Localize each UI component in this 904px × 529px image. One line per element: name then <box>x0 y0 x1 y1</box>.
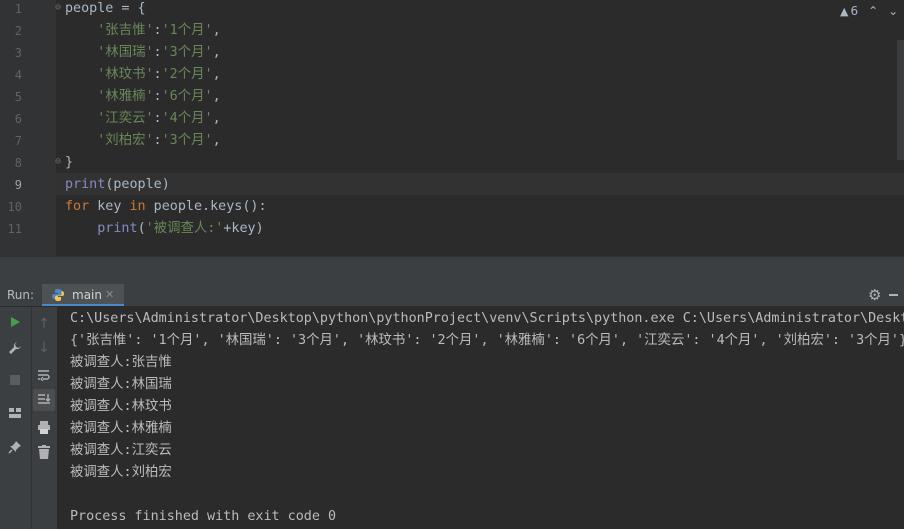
editor-scrollbar[interactable] <box>897 40 904 160</box>
modify-run-config-button[interactable] <box>5 338 25 358</box>
chevron-up-icon[interactable]: ⌃ <box>868 4 878 18</box>
code-line-4[interactable]: '林玟书':'2个月', <box>65 64 220 86</box>
line-number: 5 <box>14 90 22 104</box>
python-icon <box>52 289 64 301</box>
arrow-up-icon[interactable]: ↑ <box>34 314 54 334</box>
code-line-10[interactable]: for key in people.keys(): <box>65 196 267 218</box>
stop-icon <box>10 375 20 385</box>
print-button[interactable] <box>34 417 54 437</box>
scroll-to-end-button[interactable] <box>33 389 55 411</box>
line-number: 2 <box>14 24 22 38</box>
run-toolwindow-header: Run: main ✕ ⚙ <box>0 284 904 307</box>
line-number: 3 <box>14 46 22 60</box>
console-line: 被调查人:张吉惟 <box>70 355 172 370</box>
code-line-9[interactable]: print(people) <box>65 174 170 196</box>
line-number: 7 <box>14 134 22 148</box>
warning-count: 6 <box>850 4 859 18</box>
stop-button[interactable] <box>5 370 25 390</box>
soft-wrap-button[interactable] <box>34 365 54 385</box>
pin-tab-button[interactable] <box>5 437 25 457</box>
line-number: 9 <box>14 178 22 192</box>
play-icon <box>11 317 20 327</box>
line-number: 10 <box>7 200 22 214</box>
console-line: C:\Users\Administrator\Desktop\python\py… <box>70 311 904 326</box>
code-line-3[interactable]: '林国瑞':'3个月', <box>65 42 220 64</box>
code-line-11[interactable]: print('被调查人:'+key) <box>65 218 263 240</box>
layout-icon <box>9 408 21 418</box>
line-number: 1 <box>14 2 22 16</box>
chevron-down-icon[interactable]: ⌄ <box>888 4 898 18</box>
run-toolbar-primary <box>0 307 32 529</box>
line-number: 6 <box>14 112 22 126</box>
clear-all-button[interactable] <box>34 442 54 462</box>
line-number: 8 <box>14 156 22 170</box>
code-editor[interactable]: 1 2 3 4 5 6 7 8 9 10 11 ⊖ ⊖ people = { '… <box>0 0 904 256</box>
console-line: 被调查人:林国瑞 <box>70 377 172 392</box>
line-number: 4 <box>14 68 22 82</box>
close-icon[interactable]: ✕ <box>105 284 114 306</box>
fold-close-icon[interactable]: ⊖ <box>55 151 61 173</box>
scroll-to-end-icon <box>38 394 51 404</box>
arrow-down-icon[interactable]: ↓ <box>34 338 54 358</box>
current-line-highlight <box>56 173 904 195</box>
warning-icon: ▲ <box>840 5 849 18</box>
run-label: Run: <box>7 288 35 302</box>
soft-wrap-icon <box>38 370 50 381</box>
rerun-button[interactable] <box>5 312 25 332</box>
code-line-5[interactable]: '林雅楠':'6个月', <box>65 86 220 108</box>
line-number-gutter: 1 2 3 4 5 6 7 8 9 10 11 <box>0 0 56 256</box>
console-line: Process finished with exit code 0 <box>70 509 337 524</box>
run-toolbar-secondary: ↑ ↓ <box>32 307 58 529</box>
console-line: 被调查人:林玟书 <box>70 399 172 414</box>
console-line: 被调查人:林雅楠 <box>70 421 172 436</box>
console-line: 被调查人:刘柏宏 <box>70 465 172 480</box>
wrench-icon <box>9 342 21 354</box>
code-line-2[interactable]: '张吉惟':'1个月', <box>65 20 220 42</box>
gear-icon[interactable]: ⚙ <box>868 285 881 305</box>
pin-icon <box>8 441 21 454</box>
fold-open-icon[interactable]: ⊖ <box>55 0 61 19</box>
console-line: 被调查人:江奕云 <box>70 443 172 458</box>
code-line-7[interactable]: '刘柏宏':'3个月', <box>65 130 220 152</box>
console-line: {'张吉惟': '1个月', '林国瑞': '3个月', '林玟书': '2个月… <box>70 333 904 348</box>
printer-icon <box>38 420 50 434</box>
layout-button[interactable] <box>5 403 25 423</box>
code-line-1[interactable]: people = { <box>65 0 146 20</box>
code-line-6[interactable]: '江奕云':'4个月', <box>65 108 220 130</box>
run-tab-main[interactable]: main ✕ <box>42 284 124 306</box>
run-tab-label: main <box>72 288 102 302</box>
code-line-8[interactable]: } <box>65 152 73 174</box>
panel-divider[interactable] <box>0 256 904 285</box>
line-number: 11 <box>7 222 22 236</box>
inspection-widget[interactable]: ▲ 6 ⌃ ⌄ <box>840 0 898 22</box>
minimize-icon[interactable] <box>889 294 898 296</box>
run-console-output[interactable]: C:\Users\Administrator\Desktop\python\py… <box>58 307 904 529</box>
trash-icon <box>38 445 50 459</box>
